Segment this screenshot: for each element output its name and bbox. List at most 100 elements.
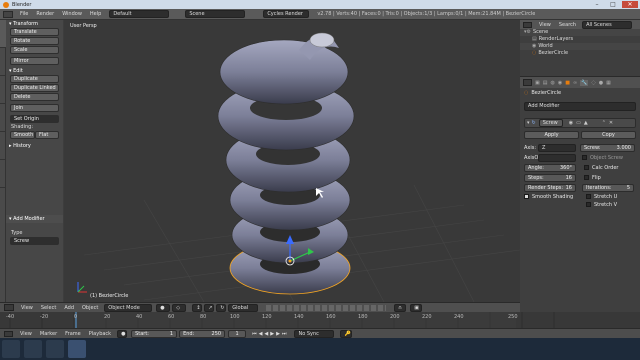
- outliner-filter-select[interactable]: All Scenes: [582, 20, 633, 29]
- calc-order-checkbox[interactable]: Calc Order: [584, 165, 619, 171]
- tab-object-icon[interactable]: ■: [565, 80, 570, 86]
- outliner-item-beziercircle[interactable]: ◌ BezierCircle: [520, 50, 640, 57]
- menu-object[interactable]: Object: [78, 305, 102, 311]
- add-modifier-dropdown[interactable]: Add Modifier: [524, 102, 636, 111]
- rotate-manipulator-icon[interactable]: ↻: [216, 303, 227, 312]
- record-icon[interactable]: ●: [117, 329, 128, 338]
- render-engine-select[interactable]: Cycles Render: [263, 10, 310, 18]
- duplicate-button[interactable]: Duplicate: [10, 75, 59, 83]
- tab-texture-icon[interactable]: ▦: [606, 80, 611, 86]
- display-editmode-icon[interactable]: ▲: [584, 120, 588, 126]
- axis-object-field[interactable]: [538, 154, 576, 162]
- smooth-shading-checkbox[interactable]: Smooth Shading: [524, 194, 582, 200]
- manipulator-toggle-icon[interactable]: ↕: [192, 303, 203, 312]
- display-render-icon[interactable]: ◉: [569, 120, 573, 126]
- collapse-arrow-icon[interactable]: ▾: [527, 120, 530, 126]
- steps-field[interactable]: Steps: 16: [524, 174, 576, 182]
- menu-window[interactable]: Window: [58, 11, 86, 17]
- start-button[interactable]: [2, 340, 20, 358]
- screw-coil-mesh[interactable]: [217, 32, 355, 295]
- set-origin-dropdown[interactable]: Set Origin: [10, 115, 59, 123]
- move-up-icon[interactable]: ⌃: [602, 120, 606, 126]
- tab-constraints-icon[interactable]: ∞: [573, 80, 577, 86]
- rotate-button[interactable]: Rotate: [10, 37, 59, 45]
- transform-panel-header[interactable]: ▾ Transform: [6, 20, 63, 28]
- tab-scene-icon[interactable]: ◍: [550, 80, 554, 86]
- end-frame-field[interactable]: End: 250: [179, 329, 226, 338]
- translate-manipulator-icon[interactable]: ↗: [204, 303, 215, 312]
- screw-field[interactable]: Screw: 3.000: [580, 144, 635, 152]
- timeline-menu-playback[interactable]: Playback: [85, 331, 115, 337]
- menu-file[interactable]: File: [16, 11, 32, 17]
- delete-button[interactable]: Delete: [10, 93, 59, 101]
- magnet-snap-icon[interactable]: ∩: [394, 303, 407, 312]
- viewport-shading-icon[interactable]: ●: [156, 303, 171, 312]
- 3d-viewport[interactable]: User Persp (1) BezierCircle: [64, 20, 520, 302]
- object-screw-checkbox[interactable]: Object Screw: [582, 155, 623, 161]
- tab-modifiers-icon[interactable]: 🔧: [580, 79, 589, 86]
- taskbar-blender-icon[interactable]: [68, 340, 86, 358]
- stretch-v-checkbox[interactable]: Stretch V: [586, 202, 617, 208]
- menu-view[interactable]: View: [17, 305, 37, 311]
- scale-button[interactable]: Scale: [10, 46, 59, 54]
- taskbar-app-icon[interactable]: [24, 340, 42, 358]
- copy-button[interactable]: Copy: [581, 131, 636, 139]
- maximize-button[interactable]: □: [606, 1, 620, 8]
- minimize-button[interactable]: –: [590, 1, 604, 8]
- outliner-menu-view[interactable]: View: [535, 22, 555, 28]
- tab-render-icon[interactable]: ▣: [535, 80, 540, 86]
- tab-material-icon[interactable]: ●: [599, 80, 603, 86]
- editor-type-icon[interactable]: [3, 10, 13, 18]
- tab-layers-icon[interactable]: ▤: [543, 80, 548, 86]
- timeline-menu-marker[interactable]: Marker: [36, 331, 61, 337]
- layer-buttons[interactable]: [266, 304, 387, 311]
- remove-modifier-icon[interactable]: ✕: [609, 120, 613, 126]
- scene-select[interactable]: Scene: [185, 10, 246, 18]
- flat-button[interactable]: Flat: [35, 131, 59, 139]
- current-frame-field[interactable]: 1: [228, 329, 247, 338]
- modifier-name-field[interactable]: Screw: [538, 119, 563, 127]
- taskbar-app-icon[interactable]: [46, 340, 64, 358]
- stretch-u-checkbox[interactable]: Stretch U: [586, 194, 617, 200]
- outliner-item-scene[interactable]: ▾⚙ Scene: [520, 29, 640, 36]
- editor-type-icon[interactable]: [523, 79, 532, 86]
- add-modifier-operator-header[interactable]: ▾ Add Modifier: [6, 215, 63, 223]
- timeline-menu-frame[interactable]: Frame: [61, 331, 85, 337]
- smooth-button[interactable]: Smooth: [10, 131, 35, 139]
- close-button[interactable]: ✕: [622, 1, 638, 8]
- timeline-ruler[interactable]: -40 -20 0 20 40 60 80 100 120 140 160 18…: [0, 312, 640, 328]
- tab-data-icon[interactable]: ◌: [591, 80, 595, 86]
- modifier-type-dropdown[interactable]: Screw: [10, 237, 59, 245]
- editor-type-icon[interactable]: [4, 304, 14, 311]
- edit-panel-header[interactable]: ▾ Edit: [6, 67, 63, 75]
- orientation-select[interactable]: Global: [228, 303, 259, 312]
- interaction-mode-select[interactable]: Object Mode: [104, 303, 153, 312]
- display-viewport-icon[interactable]: ▭: [576, 120, 581, 126]
- outliner-menu-search[interactable]: Search: [555, 22, 580, 28]
- menu-select[interactable]: Select: [37, 305, 60, 311]
- menu-render[interactable]: Render: [32, 11, 58, 17]
- start-frame-field[interactable]: Start: 1: [131, 329, 178, 338]
- screen-layout-select[interactable]: Default: [109, 10, 170, 18]
- outliner-item-world[interactable]: ◉ World: [520, 43, 640, 50]
- duplicate-linked-button[interactable]: Duplicate Linked: [10, 84, 59, 92]
- editor-type-icon[interactable]: [523, 21, 532, 28]
- editor-type-icon[interactable]: [4, 330, 13, 337]
- keying-set-icon[interactable]: 🔑: [340, 329, 353, 338]
- render-steps-field[interactable]: Render Steps: 16: [524, 184, 576, 192]
- sync-mode-select[interactable]: No Sync: [294, 329, 335, 338]
- join-button[interactable]: Join: [10, 104, 59, 112]
- tab-world-icon[interactable]: ◉: [558, 80, 562, 86]
- iterations-field[interactable]: Iterations: 5: [582, 184, 634, 192]
- translate-button[interactable]: Translate: [10, 28, 59, 36]
- axis-select[interactable]: Z: [538, 144, 576, 152]
- render-preview-icon[interactable]: ▣: [410, 303, 423, 312]
- flip-checkbox[interactable]: Flip: [584, 175, 601, 181]
- outliner-item-renderlayers[interactable]: ▤ RenderLayers: [520, 36, 640, 43]
- apply-button[interactable]: Apply: [524, 131, 579, 139]
- playback-controls[interactable]: ⏮◀◀▶▶⏭: [252, 331, 288, 337]
- timeline-menu-view[interactable]: View: [16, 331, 36, 337]
- mirror-button[interactable]: Mirror: [10, 57, 59, 65]
- menu-add[interactable]: Add: [60, 305, 78, 311]
- pivot-point-icon[interactable]: ◇: [172, 303, 187, 312]
